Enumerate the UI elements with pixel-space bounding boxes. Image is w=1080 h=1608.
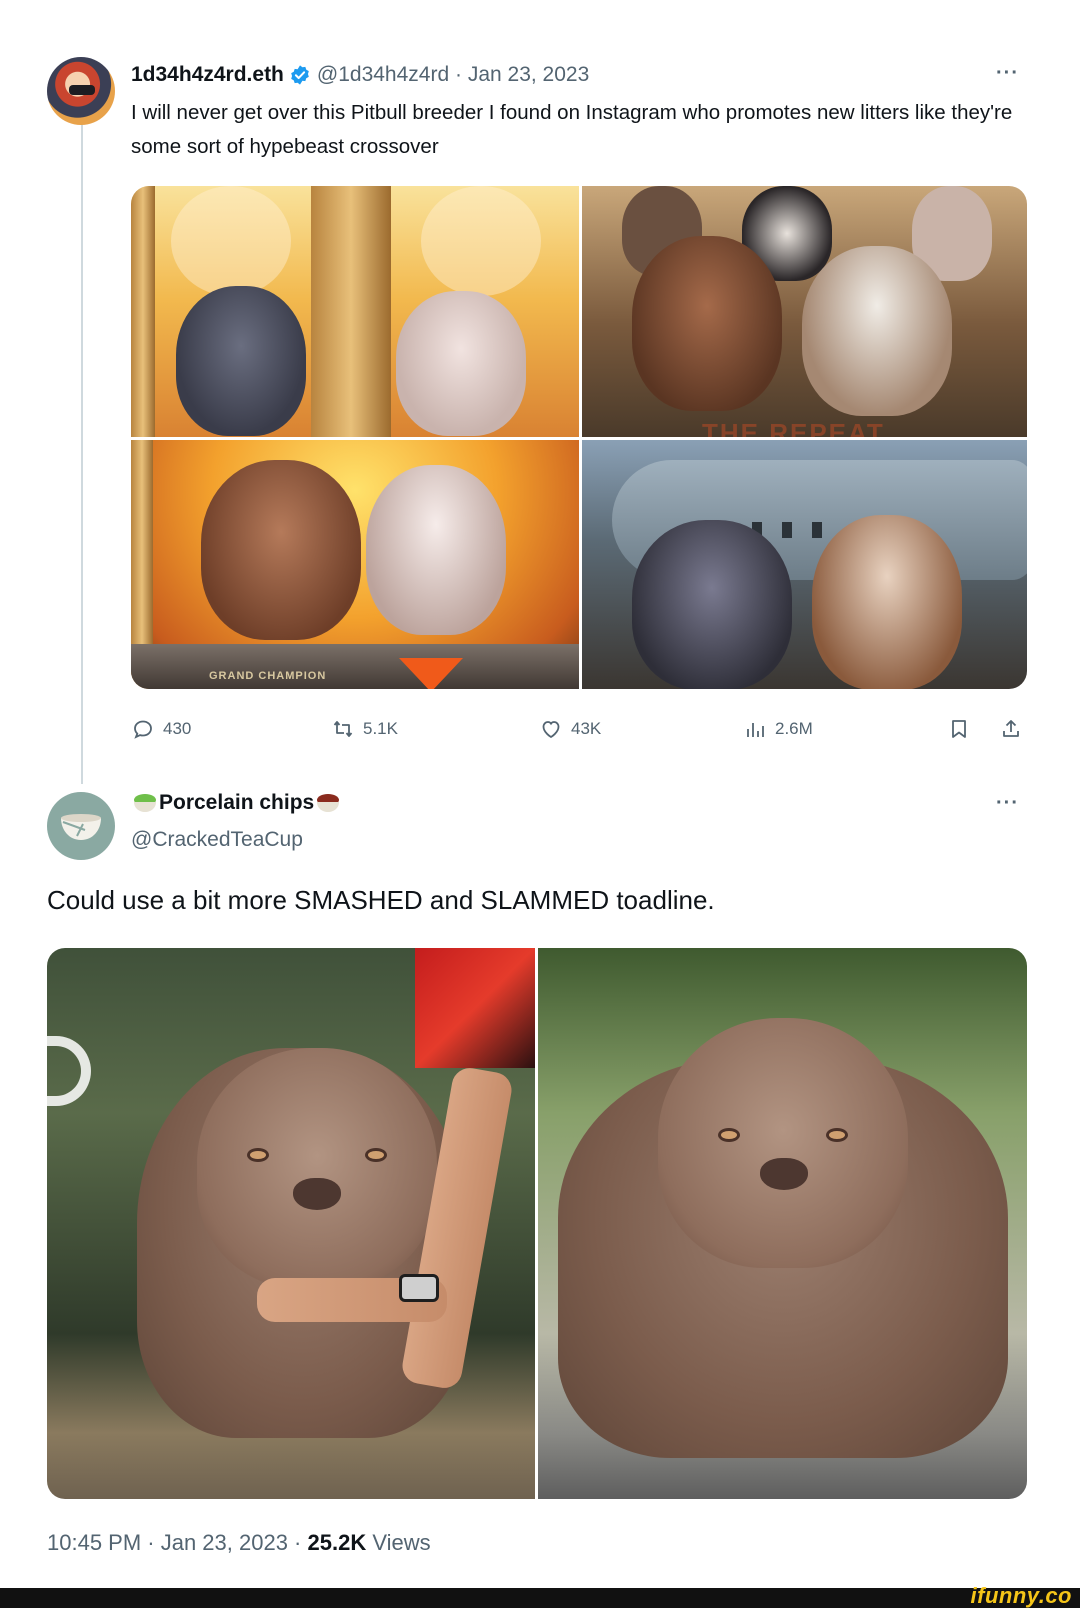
image-overlay-text: GRAND CHAMPION: [209, 670, 327, 682]
dog-nose-shape: [293, 1178, 341, 1210]
reply-display-name[interactable]: Porcelain chips: [159, 791, 314, 815]
verified-badge-icon: [291, 65, 309, 85]
tweet-image-3[interactable]: GRAND CHAMPION: [131, 440, 579, 689]
tweet-image-1[interactable]: [131, 186, 579, 437]
heart-icon: [542, 721, 560, 739]
analytics-icon: [747, 723, 764, 737]
reply-views-count: 25.2K: [307, 1530, 367, 1555]
image-overlay-text: THE REPEAT: [702, 418, 885, 437]
dog-shape: [632, 520, 792, 689]
reply-header: Porcelain chips: [131, 790, 342, 816]
shirt-shape: [415, 948, 535, 1068]
share-icon: [1003, 720, 1019, 737]
dog-shape: [802, 246, 952, 416]
watermark-text: ifunny.co: [970, 1583, 1072, 1608]
header-separator: ·: [454, 63, 462, 86]
like-button[interactable]: 43K: [539, 717, 601, 741]
bookmark-icon: [952, 720, 966, 738]
dog-face-shape: [658, 1018, 908, 1268]
reply-image-grid[interactable]: [47, 948, 1027, 1499]
reply-button[interactable]: 430: [131, 717, 191, 741]
reply-image-1[interactable]: [47, 948, 535, 1499]
dog-eye-shape: [718, 1128, 740, 1142]
dog-shape: [812, 515, 962, 689]
author-avatar[interactable]: [47, 57, 115, 125]
logo-v-shape: [399, 658, 463, 689]
tweet-image-grid[interactable]: THE REPEAT GRAND CHAMPION: [131, 186, 1027, 689]
dog-face-shape: [197, 1048, 437, 1288]
reply-icon: [134, 720, 152, 739]
watermark-logo-shape: [47, 1036, 91, 1106]
tweet-header: 1d34h4z4rd.eth @1d34h4z4rd · Jan 23, 202…: [131, 60, 589, 90]
retweet-icon: [333, 721, 353, 737]
author-display-name[interactable]: 1d34h4z4rd.eth: [131, 63, 284, 87]
teacup-icon: [61, 814, 101, 840]
tweet-action-bar: 430 5.1K 43K 2.6M: [131, 717, 1031, 747]
ghost-dog-shape: [421, 186, 541, 296]
reply-image-2[interactable]: [538, 948, 1027, 1499]
reply-timestamp-row: 10:45 PM · Jan 23, 2023 · 25.2K Views: [47, 1530, 431, 1556]
reply-timestamp[interactable]: 10:45 PM · Jan 23, 2023 ·: [47, 1530, 308, 1555]
views-count: 2.6M: [775, 719, 813, 738]
views-button[interactable]: 2.6M: [743, 717, 813, 741]
dog-eye-shape: [826, 1128, 848, 1142]
share-button[interactable]: [999, 717, 1031, 741]
dog-eye-shape: [247, 1148, 269, 1162]
dog-eye-shape: [365, 1148, 387, 1162]
thread-connector-line: [81, 124, 83, 784]
tweet-text: I will never get over this Pitbull breed…: [131, 101, 1013, 158]
reply-views-label: Views: [366, 1530, 431, 1555]
bookmark-button[interactable]: [947, 717, 979, 741]
dog-nose-shape: [760, 1158, 808, 1190]
reply-author-avatar[interactable]: [47, 792, 115, 860]
more-options-button[interactable]: ···: [996, 62, 1019, 85]
dog-shape: [201, 460, 361, 640]
reply-text: Could use a bit more SMASHED and SLAMMED…: [47, 885, 715, 915]
pillar-shape: [131, 186, 155, 437]
dog-shape: [366, 465, 506, 635]
reply-count: 430: [163, 719, 192, 738]
retweet-button[interactable]: 5.1K: [331, 717, 398, 741]
author-handle[interactable]: @1d34h4z4rd: [317, 63, 449, 87]
watermark-bar: ifunny.co: [0, 1583, 1080, 1608]
like-count: 43K: [571, 719, 602, 738]
reply-more-options-button[interactable]: ···: [996, 792, 1019, 815]
dog-shape: [632, 236, 782, 411]
smartwatch-shape: [399, 1274, 439, 1302]
avatar-sunglasses-shape: [69, 85, 95, 95]
dog-shape: [176, 286, 306, 436]
retweet-count: 5.1K: [363, 719, 398, 738]
dog-shape: [396, 291, 526, 436]
pillar-shape: [311, 186, 391, 437]
reply-handle[interactable]: @CrackedTeaCup: [131, 828, 303, 852]
tweet-image-2[interactable]: THE REPEAT: [582, 186, 1027, 437]
tweet-image-4[interactable]: [582, 440, 1027, 689]
podium-shape: [131, 644, 579, 689]
tweet-date[interactable]: Jan 23, 2023: [468, 63, 589, 87]
red-bean-bowl-icon: [317, 794, 340, 812]
green-tea-bowl-icon: [134, 794, 156, 812]
ghost-dog-shape: [171, 186, 291, 296]
